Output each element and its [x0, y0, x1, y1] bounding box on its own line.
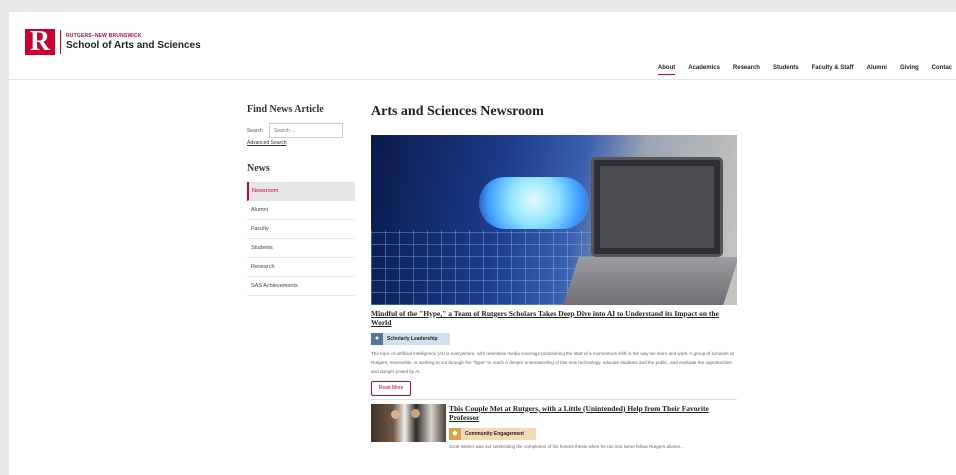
read-more-button[interactable]: Read More [371, 380, 411, 396]
article-item: This Couple Met at Rutgers, with a Littl… [371, 403, 737, 450]
rutgers-r-logo: R [25, 28, 55, 56]
advanced-search-link[interactable]: Advanced Search [247, 140, 355, 146]
category-tag-label: Community Engagement [465, 430, 524, 437]
search-label: Search [247, 127, 263, 134]
sidebar-item-research[interactable]: Research [247, 258, 355, 277]
header-divider [9, 79, 956, 80]
search-row: Search [247, 123, 355, 138]
article-hero-image[interactable] [371, 135, 737, 305]
hero-laptop-screen [600, 166, 714, 248]
logo-text: RUTGERS–NEW BRUNSWICK School of Arts and… [66, 33, 201, 52]
sidebar-item-sas-achievements[interactable]: SAS Achievements [247, 277, 355, 296]
find-news-heading: Find News Article [247, 104, 324, 115]
article-excerpt: Scott Weber was out celebrating the comp… [449, 443, 684, 449]
nav-students[interactable]: Students [773, 65, 799, 75]
hero-laptop [591, 157, 723, 257]
article-divider [371, 398, 737, 400]
category-tag-label: Scholarly Leadership [387, 336, 438, 342]
search-input[interactable] [269, 123, 343, 138]
nav-alumni[interactable]: Alumni [867, 65, 887, 75]
article-body: This Couple Met at Rutgers, with a Littl… [449, 404, 737, 450]
nav-contact[interactable]: Contac [932, 65, 952, 75]
sidebar-item-faculty[interactable]: Faculty [247, 220, 355, 239]
sidebar-item-alumni[interactable]: Alumni [247, 201, 355, 220]
article-excerpt: The topic of artificial intelligence (AI… [371, 351, 734, 374]
nav-research[interactable]: Research [733, 65, 760, 75]
logo-divider [60, 30, 61, 54]
nav-faculty-staff[interactable]: Faculty & Staff [812, 65, 854, 75]
logo-university: RUTGERS–NEW BRUNSWICK [66, 32, 142, 39]
article-title[interactable]: Mindful of the "Hype," a Team of Rutgers… [371, 309, 737, 327]
logo-school: School of Arts and Sciences [66, 39, 201, 51]
sidebar-item-students[interactable]: Students [247, 239, 355, 258]
sidebar-item-newsroom[interactable]: Newsroom [247, 182, 355, 201]
page-title: Arts and Sciences Newsroom [371, 104, 544, 119]
hero-cloud-graphic [479, 177, 589, 229]
news-heading: News [247, 163, 270, 174]
thumbnail-person [391, 409, 400, 419]
thumbnail-person [411, 408, 420, 418]
article-title[interactable]: This Couple Met at Rutgers, with a Littl… [449, 404, 737, 422]
main-nav: About Academics Research Students Facult… [645, 65, 952, 75]
main-content: Arts and Sciences Newsroom Mindful of th… [371, 104, 737, 450]
site-logo[interactable]: R RUTGERS–NEW BRUNSWICK School of Arts a… [25, 28, 201, 56]
sidebar: Find News Article Search Advanced Search… [247, 104, 355, 296]
person-icon: ● [371, 333, 383, 345]
page: R RUTGERS–NEW BRUNSWICK School of Arts a… [9, 12, 956, 475]
news-menu: Newsroom Alumni Faculty Students Researc… [247, 182, 355, 296]
category-tag[interactable]: ◆ Community Engagement [449, 427, 536, 440]
nav-about[interactable]: About [657, 65, 676, 75]
handshake-icon: ◆ [449, 427, 461, 440]
hero-laptop-keyboard [563, 257, 737, 305]
nav-academics[interactable]: Academics [688, 65, 720, 75]
category-tag[interactable]: ● Scholarly Leadership [371, 333, 450, 345]
article-thumbnail[interactable] [371, 403, 446, 442]
nav-giving[interactable]: Giving [900, 65, 919, 75]
